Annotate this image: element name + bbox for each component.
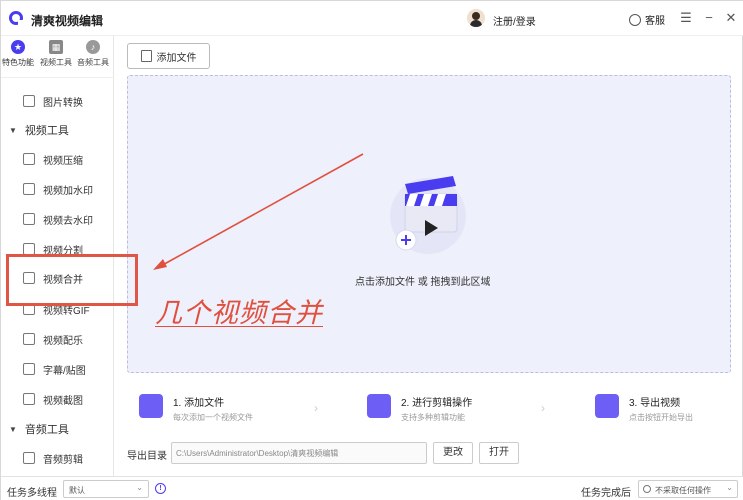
audio-icon: ♪ xyxy=(86,40,100,54)
remove-watermark-icon xyxy=(23,213,35,225)
app-title: 清爽视频编辑 xyxy=(31,14,104,28)
music-icon xyxy=(23,333,35,345)
star-icon: ★ xyxy=(11,40,25,54)
app-logo-icon xyxy=(9,11,24,26)
sidebar-item-video-screenshot[interactable]: 视频截图 xyxy=(23,390,83,408)
chevron-right-icon: › xyxy=(541,401,545,415)
info-icon[interactable]: ! xyxy=(155,483,166,494)
drop-zone-hint: 点击添加文件 或 拖拽到此区域 xyxy=(355,277,491,288)
minimize-icon[interactable]: − xyxy=(701,10,717,26)
change-dir-button[interactable]: 更改 xyxy=(433,442,473,464)
annotation-text: 几个视频合并 xyxy=(155,298,323,329)
chevron-down-icon: ⌄ xyxy=(726,483,733,492)
clapperboard-icon xyxy=(390,176,466,254)
close-icon[interactable]: ✕ xyxy=(723,10,739,26)
watermark-icon xyxy=(23,183,35,195)
add-file-button[interactable]: 添加文件 xyxy=(127,43,210,69)
screenshot-icon xyxy=(23,393,35,405)
sidebar-group-audio[interactable]: ▼ 音频工具 xyxy=(9,420,69,438)
after-task-label: 任务完成后 xyxy=(581,488,631,499)
category-tabs: ★ 特色功能 ▦ 视频工具 ♪ 音频工具 xyxy=(1,36,114,78)
audio-clip-icon xyxy=(23,452,35,464)
open-dir-button[interactable]: 打开 xyxy=(479,442,519,464)
export-path-field[interactable]: C:\Users\Administrator\Desktop\清爽视频编辑 xyxy=(171,442,427,464)
customer-service-label: 客服 xyxy=(645,16,665,27)
customer-service-button[interactable]: 客服 xyxy=(629,12,665,27)
sidebar-item-video-compress[interactable]: 视频压缩 xyxy=(23,150,83,168)
app-window: 清爽视频编辑 注册/登录 客服 ☰ − ✕ ★ 特色功能 ▦ 视频工具 ♪ 音频… xyxy=(0,0,743,500)
step-edit: 2. 进行剪辑操作 支持多种剪辑功能 xyxy=(367,394,472,423)
status-bar: 任务多线程 默认 ⌄ ! 任务完成后 不采取任何操作 ⌄ xyxy=(1,476,743,500)
tab-featured[interactable]: ★ 特色功能 xyxy=(0,40,37,68)
export-step-icon xyxy=(595,394,619,418)
annotation-highlight-box xyxy=(6,254,138,306)
multithread-label: 任务多线程 xyxy=(7,488,57,499)
edit-step-icon xyxy=(367,394,391,418)
export-dir-label: 导出目录 xyxy=(127,451,167,462)
sidebar-item-audio-clip[interactable]: 音频剪辑 xyxy=(23,449,83,467)
caret-down-icon: ▼ xyxy=(9,424,17,434)
film-icon: ▦ xyxy=(49,40,63,54)
sidebar-item-add-watermark[interactable]: 视频加水印 xyxy=(23,180,93,198)
login-link[interactable]: 注册/登录 xyxy=(493,13,536,28)
user-avatar[interactable] xyxy=(467,9,485,27)
step-export: 3. 导出视频 点击按钮开始导出 xyxy=(595,394,693,423)
tab-audio-tools[interactable]: ♪ 音频工具 xyxy=(74,40,112,68)
multithread-select[interactable]: 默认 ⌄ xyxy=(63,480,149,498)
sidebar-item-image-convert[interactable]: 图片转换 xyxy=(23,92,83,110)
chevron-right-icon: › xyxy=(314,401,318,415)
image-icon xyxy=(23,95,35,107)
caret-down-icon: ▼ xyxy=(9,125,17,135)
after-task-select[interactable]: 不采取任何操作 ⌄ xyxy=(638,480,738,498)
compress-icon xyxy=(23,153,35,165)
menu-icon[interactable]: ☰ xyxy=(678,10,694,26)
subtitle-icon xyxy=(23,363,35,375)
sidebar-group-video[interactable]: ▼ 视频工具 xyxy=(9,121,69,139)
sidebar-item-subtitle-sticker[interactable]: 字幕/贴图 xyxy=(23,360,86,378)
title-bar: 清爽视频编辑 注册/登录 客服 ☰ − ✕ xyxy=(1,1,743,36)
add-file-step-icon xyxy=(139,394,163,418)
sidebar-item-remove-watermark[interactable]: 视频去水印 xyxy=(23,210,93,228)
power-icon xyxy=(643,485,651,493)
tab-video-tools[interactable]: ▦ 视频工具 xyxy=(37,40,75,68)
step-add-file: 1. 添加文件 每次添加一个视频文件 xyxy=(139,394,253,423)
headset-icon xyxy=(629,13,641,26)
add-file-icon xyxy=(140,50,152,62)
sidebar-item-video-music[interactable]: 视频配乐 xyxy=(23,330,83,348)
chevron-down-icon: ⌄ xyxy=(136,483,143,492)
